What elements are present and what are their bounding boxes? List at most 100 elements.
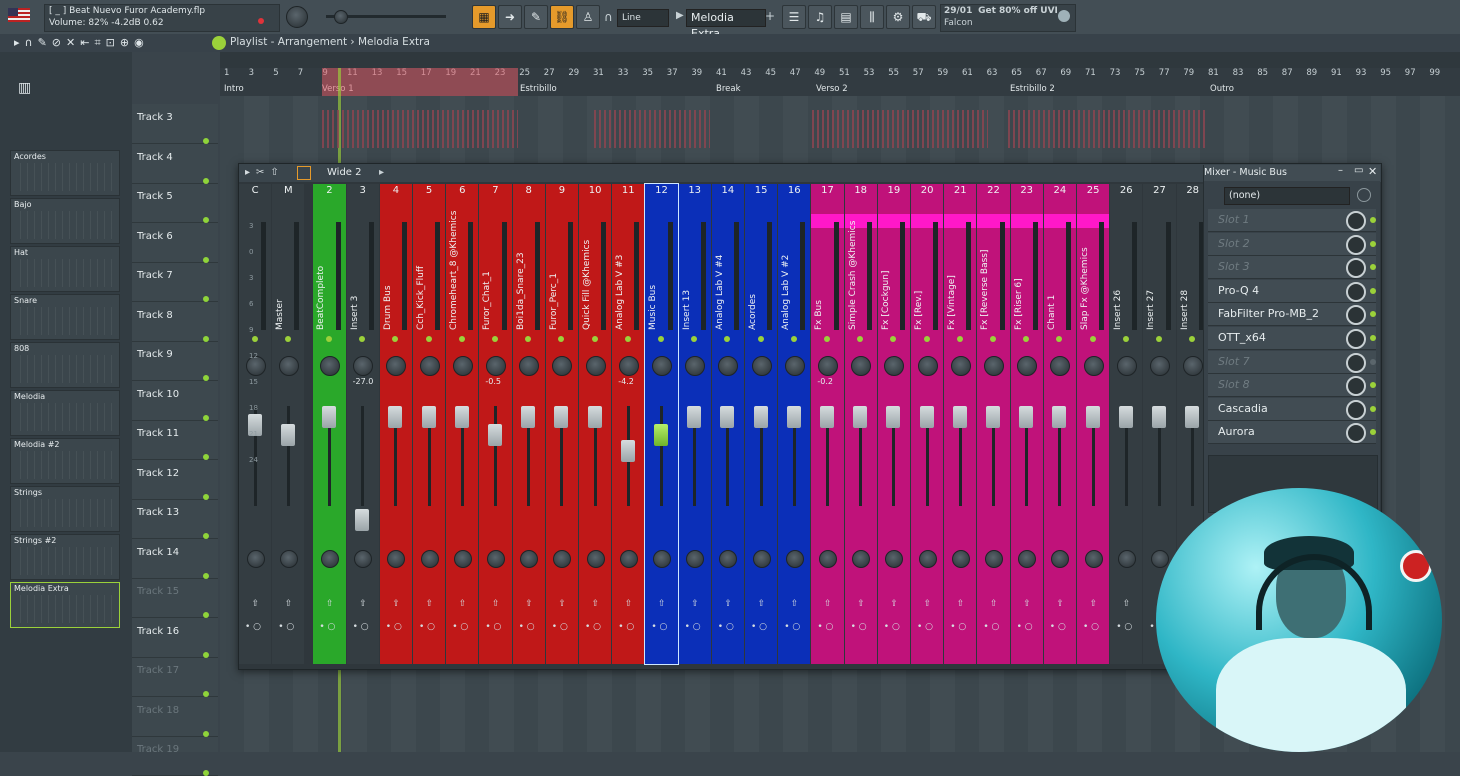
- volume-fader-handle[interactable]: [421, 406, 436, 428]
- mute-led[interactable]: [525, 336, 532, 342]
- mixer-strip[interactable]: 2 BeatCompleto ⇧ • ○: [313, 184, 346, 664]
- stereo-separation-knob[interactable]: [354, 550, 373, 568]
- send-icons[interactable]: • ○: [519, 622, 535, 632]
- send-icons[interactable]: • ○: [419, 622, 435, 632]
- stereo-separation-knob[interactable]: [686, 550, 705, 568]
- pattern-item[interactable]: Strings #2: [10, 534, 120, 580]
- send-icons[interactable]: • ○: [784, 622, 800, 632]
- route-arrow-icon[interactable]: ⇧: [691, 599, 699, 609]
- route-arrow-icon[interactable]: ⇧: [558, 599, 566, 609]
- stereo-separation-knob[interactable]: [1051, 550, 1070, 568]
- stereo-separation-knob[interactable]: [1018, 550, 1037, 568]
- mute-led[interactable]: [359, 336, 366, 342]
- send-icons[interactable]: • ○: [1116, 622, 1132, 632]
- stereo-separation-knob[interactable]: [719, 550, 738, 568]
- stereo-separation-knob[interactable]: [918, 550, 937, 568]
- track-header[interactable]: Track 10: [132, 381, 218, 421]
- snap-select[interactable]: Line: [617, 9, 669, 27]
- volume-fader-handle[interactable]: [653, 424, 668, 446]
- mute-led[interactable]: [1189, 336, 1196, 342]
- volume-fader-handle[interactable]: [1052, 406, 1067, 428]
- volume-fader-handle[interactable]: [487, 424, 502, 446]
- send-icons[interactable]: • ○: [585, 622, 601, 632]
- volume-fader-handle[interactable]: [720, 406, 735, 428]
- volume-fader-track[interactable]: [493, 406, 497, 506]
- send-icons[interactable]: • ○: [884, 622, 900, 632]
- track-header[interactable]: Track 11: [132, 420, 218, 460]
- route-arrow-icon[interactable]: ⇧: [957, 599, 965, 609]
- pattern-item[interactable]: Snare: [10, 294, 120, 340]
- pan-knob[interactable]: [685, 356, 706, 376]
- mixer-strip[interactable]: 19 Fx [Cockgun] ⇧ • ○: [877, 184, 910, 664]
- mute-led[interactable]: [624, 336, 631, 342]
- slot-mix-knob[interactable]: [1346, 234, 1366, 255]
- insert-slot[interactable]: Slot 7: [1208, 350, 1376, 374]
- stereo-separation-knob[interactable]: [652, 550, 671, 568]
- stereo-separation-knob[interactable]: [951, 550, 970, 568]
- link-icon[interactable]: ⛓: [550, 5, 574, 29]
- mixer-strip[interactable]: 9 Furor_Perc_1 ⇧ • ○: [545, 184, 578, 664]
- route-arrow-icon[interactable]: ⇧: [285, 599, 293, 609]
- pan-knob[interactable]: [983, 356, 1004, 376]
- insert-slot[interactable]: FabFilter Pro-MB_2: [1208, 303, 1376, 327]
- slot-enable-led[interactable]: [1370, 287, 1376, 294]
- route-arrow-icon[interactable]: ⇧: [791, 599, 799, 609]
- pattern-item[interactable]: Hat: [10, 246, 120, 292]
- mixer-strip[interactable]: 26 Insert 26 ⇧ • ○: [1110, 184, 1143, 664]
- route-arrow-icon[interactable]: ⇧: [758, 599, 766, 609]
- pan-knob[interactable]: [1116, 356, 1137, 376]
- send-icons[interactable]: • ○: [917, 622, 933, 632]
- volume-fader-handle[interactable]: [1085, 406, 1100, 428]
- stereo-separation-knob[interactable]: [246, 550, 265, 568]
- slot-enable-led[interactable]: [1370, 429, 1376, 436]
- pattern-select[interactable]: Melodia Extra: [686, 9, 766, 40]
- mixer-strip[interactable]: 10 Quick Fill @Khemics ⇧ • ○: [579, 184, 612, 664]
- stamp-icon[interactable]: ♙: [576, 5, 600, 29]
- track-header[interactable]: Track 8: [132, 302, 218, 342]
- volume-fader-handle[interactable]: [321, 406, 336, 428]
- mute-led[interactable]: [691, 336, 698, 342]
- globe-icon[interactable]: [1058, 10, 1070, 22]
- stereo-separation-knob[interactable]: [852, 550, 871, 568]
- mute-led[interactable]: [284, 336, 291, 342]
- mixer-strip[interactable]: 24 Chant 1 ⇧ • ○: [1043, 184, 1076, 664]
- volume-fader-handle[interactable]: [985, 406, 1000, 428]
- pitch-slider-handle[interactable]: [334, 10, 348, 24]
- route-arrow-icon[interactable]: ⇧: [1123, 599, 1131, 609]
- mixer-strip[interactable]: 11 Analog Lab V #3 -4.2 ⇧ • ○: [612, 184, 645, 664]
- mixer-strip[interactable]: M Master ⇧ • ○: [272, 184, 305, 664]
- route-arrow-icon[interactable]: ⇧: [492, 599, 500, 609]
- mute-led[interactable]: [325, 336, 332, 342]
- pan-knob[interactable]: [1017, 356, 1038, 376]
- slot-mix-knob[interactable]: [1346, 399, 1366, 420]
- draw-tool-icon[interactable]: ✎: [524, 5, 548, 29]
- playlist-clip[interactable]: [322, 110, 518, 148]
- route-arrow-icon[interactable]: ⇧: [625, 599, 633, 609]
- stereo-separation-knob[interactable]: [1150, 550, 1169, 568]
- send-icons[interactable]: • ○: [353, 622, 369, 632]
- volume-fader-handle[interactable]: [1151, 406, 1166, 428]
- mixer-icon[interactable]: ⫼: [860, 5, 884, 29]
- maximize-icon[interactable]: ▭: [1354, 165, 1363, 176]
- volume-fader-track[interactable]: [361, 406, 365, 506]
- add-pattern-icon[interactable]: +: [765, 9, 775, 23]
- pattern-item[interactable]: Melodia: [10, 390, 120, 436]
- pan-knob[interactable]: [353, 356, 374, 376]
- slot-mix-knob[interactable]: [1346, 305, 1366, 326]
- track-header[interactable]: Track 12: [132, 460, 218, 500]
- section-marker[interactable]: Verso 2: [816, 84, 848, 94]
- mute-led[interactable]: [591, 336, 598, 342]
- section-marker[interactable]: Break: [716, 84, 741, 94]
- mute-led[interactable]: [1122, 336, 1129, 342]
- pan-knob[interactable]: [651, 356, 672, 376]
- send-icons[interactable]: • ○: [851, 622, 867, 632]
- volume-fader-handle[interactable]: [554, 406, 569, 428]
- slot-enable-led[interactable]: [1370, 217, 1376, 223]
- send-icons[interactable]: • ○: [278, 622, 294, 632]
- stereo-separation-knob[interactable]: [387, 550, 406, 568]
- slot-mix-knob[interactable]: [1346, 376, 1366, 397]
- pattern-item[interactable]: 808: [10, 342, 120, 388]
- insert-slot[interactable]: Slot 1: [1208, 209, 1376, 232]
- pan-knob[interactable]: [817, 356, 838, 376]
- route-arrow-icon[interactable]: ⇧: [1090, 599, 1098, 609]
